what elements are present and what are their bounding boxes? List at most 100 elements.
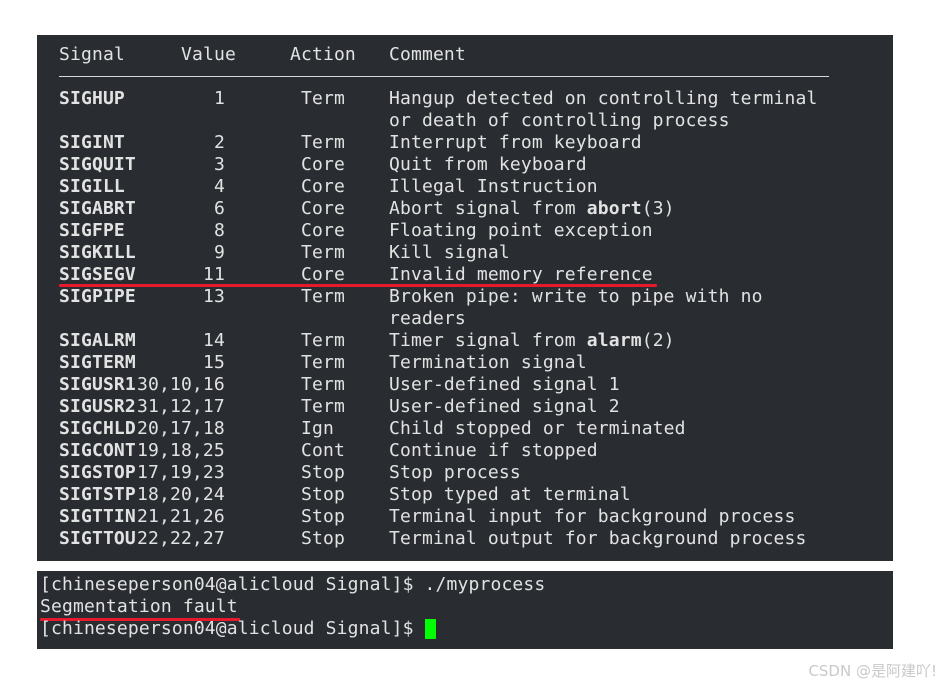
signal-value: 21,21,26 [137,506,225,527]
signal-name: SIGFPE [59,220,125,241]
comment-text: Terminal output for background process [389,528,807,549]
signal-comment: Stop typed at terminal [389,484,631,506]
signal-value: 3 [214,154,225,175]
signal-value: 1 [214,88,225,109]
signal-action: Core [301,176,345,197]
header-divider [59,76,829,77]
signal-value: 8 [214,220,225,241]
signal-action: Term [301,132,345,153]
signal-name: SIGTERM [59,352,136,373]
comment-text: or death of controlling process [389,110,730,131]
signal-value: 9 [214,242,225,263]
signal-name: SIGSEGV [59,264,136,285]
signal-value: 13 [203,286,225,307]
signal-comment: Timer signal from alarm(2) [389,330,675,352]
comment-text: Kill signal [389,242,510,263]
signal-action: Term [301,286,345,307]
signal-action: Term [301,88,345,109]
signal-name: SIGABRT [59,198,136,219]
signal-name: SIGKILL [59,242,136,263]
comment-text: readers [389,308,466,329]
terminal-line-prompt: [chineseperson04@alicloud Signal]$ [40,618,425,639]
signal-value: 4 [214,176,225,197]
header-signal: Signal [59,44,125,65]
signal-value: 6 [214,198,225,219]
signal-comment: or death of controlling process [389,110,730,132]
terminal-cursor[interactable] [425,619,436,639]
header-comment: Comment [389,44,466,65]
signal-name: SIGUSR2 [59,396,136,417]
terminal-line-command: [chineseperson04@alicloud Signal]$ ./myp… [40,574,546,595]
signal-value: 30,10,16 [137,374,225,395]
signal-comment: User-defined signal 1 [389,374,620,396]
signal-name: SIGHUP [59,88,125,109]
signal-action: Term [301,242,345,263]
comment-text: Continue if stopped [389,440,598,461]
signal-comment: Continue if stopped [389,440,598,462]
signal-action: Cont [301,440,345,461]
signal-comment: Terminal input for background process [389,506,796,528]
function-ref: alarm [586,330,642,351]
comment-text: Termination signal [389,352,587,373]
terminal-panel: [chineseperson04@alicloud Signal]$ ./myp… [37,571,893,649]
signal-name: SIGCHLD [59,418,136,439]
signal-comment: Child stopped or terminated [389,418,686,440]
comment-text: Quit from keyboard [389,154,587,175]
signal-name: SIGQUIT [59,154,136,175]
signal-name: SIGINT [59,132,125,153]
signal-comment: Floating point exception [389,220,653,242]
signal-comment: User-defined signal 2 [389,396,620,418]
signal-name: SIGTTIN [59,506,136,527]
signal-name: SIGALRM [59,330,136,351]
comment-text: Terminal input for background process [389,506,796,527]
signal-comment: Broken pipe: write to pipe with no [389,286,763,308]
signal-name: SIGSTOP [59,462,136,483]
signal-action: Term [301,374,345,395]
signal-action: Ign [301,418,334,439]
signal-action: Stop [301,484,345,505]
signal-value: 15 [203,352,225,373]
signal-name: SIGTTOU [59,528,136,549]
comment-text: Abort signal from [389,198,587,219]
signal-table-panel: Signal Value Action Comment SIGHUP 1 Term H… [37,35,893,561]
signal-comment: Stop process [389,462,521,484]
comment-text: User-defined signal 1 [389,374,620,395]
signal-comment: Hangup detected on controlling terminal [389,88,818,110]
comment-text: Timer signal from [389,330,587,351]
signal-name: SIGPIPE [59,286,136,307]
signal-comment: Kill signal [389,242,510,264]
comment-text: (2) [641,330,675,351]
signal-name: SIGUSR1 [59,374,136,395]
signal-comment: Quit from keyboard [389,154,587,176]
comment-text: (3) [641,198,675,219]
comment-text: Interrupt from keyboard [389,132,642,153]
signal-action: Core [301,154,345,175]
signal-value: 22,22,27 [137,528,225,549]
watermark: CSDN @是阿建吖! [808,662,937,680]
signal-value: 11 [203,264,225,285]
header-action: Action [290,44,356,65]
terminal-line-output: Segmentation fault [40,596,238,617]
signal-value: 14 [203,330,225,351]
signal-comment: Abort signal from abort(3) [389,198,675,220]
signal-comment: Interrupt from keyboard [389,132,642,154]
signal-comment: Invalid memory reference [389,264,653,286]
signal-value: 2 [214,132,225,153]
signal-comment: Termination signal [389,352,587,374]
signal-comment: readers [389,308,466,330]
comment-text: Stop typed at terminal [389,484,631,505]
signal-action: Stop [301,462,345,483]
signal-action: Core [301,264,345,285]
signal-value: 31,12,17 [137,396,225,417]
signal-name: SIGCONT [59,440,136,461]
signal-comment: Illegal Instruction [389,176,598,198]
comment-text: Stop process [389,462,521,483]
signal-value: 20,17,18 [137,418,225,439]
signal-action: Term [301,396,345,417]
signal-value: 19,18,25 [137,440,225,461]
comment-text: Floating point exception [389,220,653,241]
signal-action: Core [301,198,345,219]
signal-action: Term [301,330,345,351]
signal-value: 18,20,24 [137,484,225,505]
comment-text: User-defined signal 2 [389,396,620,417]
